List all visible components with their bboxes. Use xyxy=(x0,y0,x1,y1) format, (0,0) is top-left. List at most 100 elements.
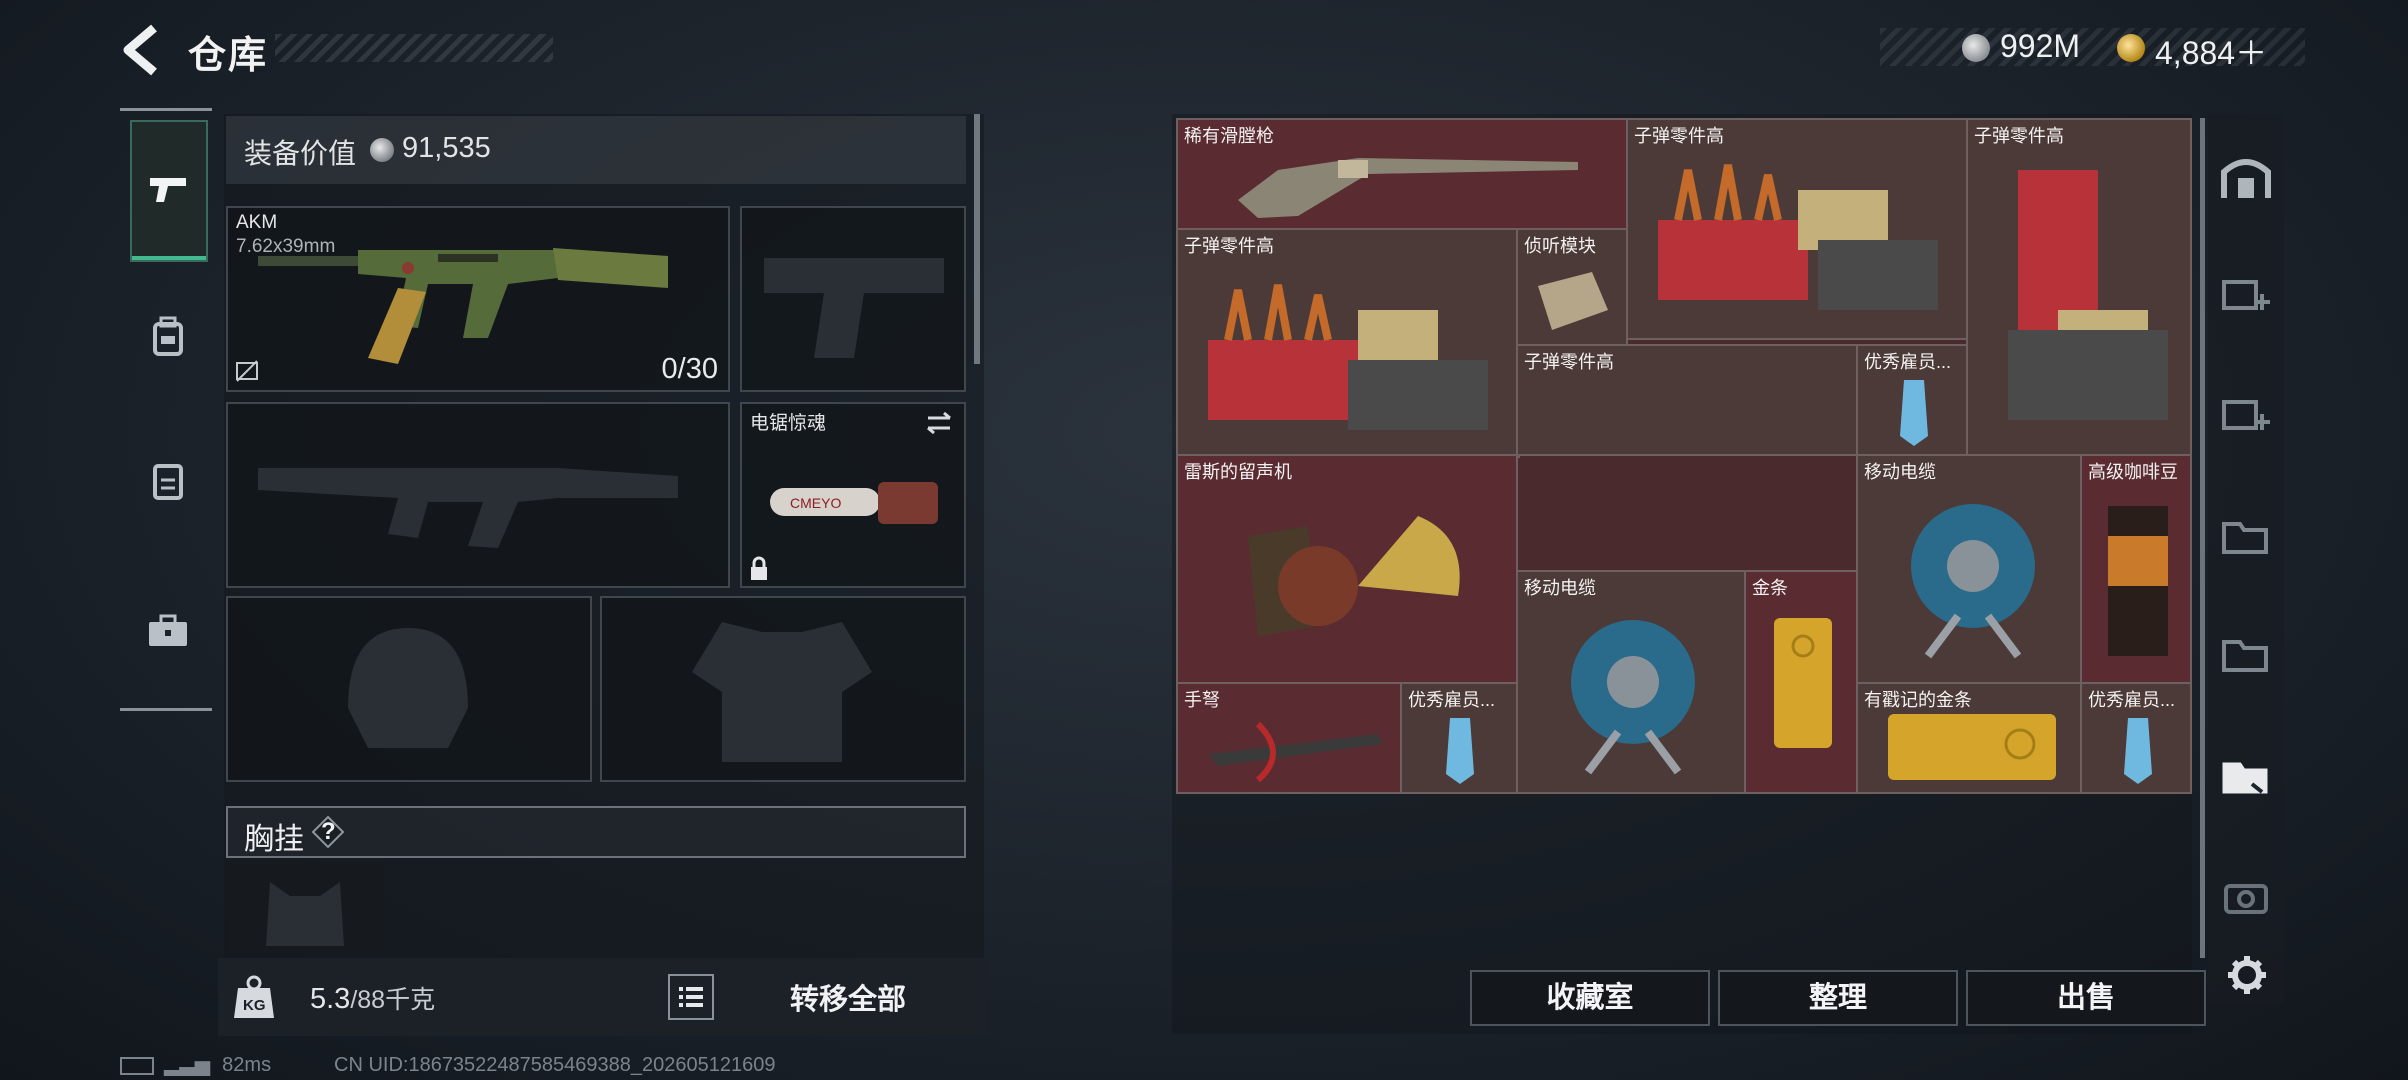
item-label: 手弩 xyxy=(1184,690,1220,710)
equipment-scrollbar[interactable] xyxy=(974,114,980,364)
silver-amount: 992M xyxy=(2000,28,2081,64)
gold-bar-image xyxy=(1774,618,1832,748)
ammo-crate-image xyxy=(2008,170,2168,420)
equipment-value: 91,535 xyxy=(402,132,491,164)
stash-item-employee-badge[interactable]: 优秀雇员... xyxy=(2080,682,2192,794)
item-label: 金条 xyxy=(1752,578,1788,598)
stash-item-stamped-gold-bar[interactable]: 有戳记的金条 xyxy=(1856,682,2082,794)
swap-icon[interactable] xyxy=(924,410,954,436)
stash-tab-4b-add-icon[interactable] xyxy=(2218,388,2274,442)
equipment-value-label: 装备价值 xyxy=(244,138,357,169)
item-label: 子弹零件高 xyxy=(1184,236,1274,256)
item-label: 雷斯的留声机 xyxy=(1184,462,1292,482)
spacer xyxy=(1516,454,1520,458)
silver-coin-icon xyxy=(370,138,394,162)
stash-item-bullet-parts[interactable]: 子弹零件高 xyxy=(1626,118,1968,340)
nav-toolbox-icon[interactable] xyxy=(145,608,191,654)
stash-tab-folder-icon[interactable] xyxy=(2218,508,2274,562)
svg-text:CMEYO: CMEYO xyxy=(790,495,841,511)
sell-button[interactable]: 出售 xyxy=(1966,970,2206,1026)
stash-item-listening-module[interactable]: 侦听模块 xyxy=(1516,228,1628,346)
crystal-image xyxy=(1900,380,1928,446)
item-label: 优秀雇员... xyxy=(1408,690,1496,710)
gramophone-image xyxy=(1248,516,1460,636)
svg-text:KG: KG xyxy=(243,997,266,1014)
sidearm-slot[interactable] xyxy=(740,206,966,392)
collection-room-button[interactable]: 收藏室 xyxy=(1470,970,1710,1026)
ping-value: 82ms xyxy=(222,1054,272,1076)
stash-item-bullet-parts[interactable]: 子弹零件高 xyxy=(1966,118,2192,456)
chainsaw-image: CMEYO xyxy=(770,482,938,524)
help-icon[interactable]: ? xyxy=(311,815,345,849)
stash-item-employee-badge[interactable]: 优秀雇员... xyxy=(1856,344,1968,456)
musket-image xyxy=(1238,158,1578,218)
gold-amount[interactable]: 4,884＋ xyxy=(2155,28,2267,74)
list-view-button[interactable] xyxy=(668,974,714,1020)
weight-current: 5.3 xyxy=(310,983,351,1015)
cable-reel-image xyxy=(1571,620,1695,775)
akm-rifle-image xyxy=(258,248,668,364)
stash-item-coffee-beans[interactable]: 高级咖啡豆 xyxy=(2080,454,2192,684)
chest-rig-silhouette-icon xyxy=(266,882,344,946)
stash-item-cable-reel[interactable]: 移动电缆 xyxy=(1856,454,2082,684)
nav-divider-top xyxy=(120,108,212,111)
rifle-silhouette-icon xyxy=(258,468,678,548)
ammo-crate-image xyxy=(1208,284,1488,430)
stash-item-hand-crossbow[interactable]: 手弩 xyxy=(1176,682,1402,794)
weight-max: /88千克 xyxy=(350,986,436,1014)
no-mod-icon xyxy=(236,360,258,382)
back-arrow-icon[interactable] xyxy=(118,22,168,78)
nav-tab-weapons[interactable] xyxy=(130,120,208,262)
stash-tab-camera-icon[interactable] xyxy=(2218,868,2274,922)
stash-item-gold-bar[interactable]: 金条 xyxy=(1744,570,1858,794)
user-uid: CN UID:18673522487585469388_202605121609 xyxy=(334,1054,776,1076)
coffee-bag-image xyxy=(2108,506,2168,656)
sort-button[interactable]: 整理 xyxy=(1718,970,1958,1026)
stash-tab-folder-2-icon[interactable] xyxy=(2218,626,2274,680)
item-label: 子弹零件高 xyxy=(1524,352,1614,372)
status-ping: ▂▃▅ 82ms xyxy=(120,1052,271,1077)
pistol-silhouette-icon xyxy=(764,258,944,358)
ammo-crate-image xyxy=(1658,164,1938,310)
pistol-icon xyxy=(150,178,186,202)
item-label: 高级咖啡豆 xyxy=(2088,462,2178,482)
chest-rig-slot[interactable] xyxy=(226,862,384,952)
stash-item-bullet-parts[interactable]: 子弹零件高 xyxy=(1176,228,1518,456)
vest-silhouette-icon xyxy=(692,622,872,762)
stash-item-musket[interactable]: 稀有滑膛枪 xyxy=(1176,118,1628,230)
lock-icon xyxy=(751,556,767,580)
melee-slot[interactable]: 电锯惊魂 CMEYO xyxy=(740,402,966,588)
secondary-weapon-slot[interactable] xyxy=(226,402,730,588)
armor-slot[interactable] xyxy=(600,596,966,782)
carry-weight: 5.3/88千克 xyxy=(310,980,435,1016)
transfer-all-button[interactable]: 转移全部 xyxy=(760,976,936,1018)
list-icon xyxy=(679,987,703,1007)
stash-scrollbar[interactable] xyxy=(2200,118,2205,958)
nav-backpack-icon[interactable] xyxy=(145,314,191,360)
item-label: 移动电缆 xyxy=(1864,462,1936,482)
stash-tab-active-icon[interactable] xyxy=(2218,748,2274,802)
cable-reel-image xyxy=(1911,504,2035,659)
item-label: 子弹零件高 xyxy=(1634,126,1724,146)
stash-item-employee-badge[interactable]: 优秀雇员... xyxy=(1400,682,1518,794)
stash-item-cable-reel[interactable]: 移动电缆 xyxy=(1516,570,1746,794)
safe-box-icon[interactable] xyxy=(2218,150,2274,204)
item-label: 侦听模块 xyxy=(1524,236,1596,256)
item-label: 移动电缆 xyxy=(1524,578,1596,598)
helmet-silhouette-icon xyxy=(348,628,468,748)
item-label: 优秀雇员... xyxy=(2088,690,2176,710)
crystal-image xyxy=(1446,718,1474,784)
weight-kg-icon: KG xyxy=(234,975,274,1018)
title-stripe xyxy=(275,34,553,62)
stash-item-gramophone[interactable]: 雷斯的留声机 xyxy=(1176,454,1518,684)
help-glyph: ? xyxy=(321,818,336,845)
melee-name: 电锯惊魂 xyxy=(750,413,827,434)
silver-coin-icon xyxy=(1962,34,1990,62)
nav-divider-bottom xyxy=(120,708,212,711)
settings-gear-icon[interactable] xyxy=(2226,954,2268,996)
stash-item-bullet-parts[interactable]: 子弹零件高 xyxy=(1516,344,1858,456)
primary-weapon-slot[interactable]: AKM 7.62x39mm 0/30 xyxy=(226,206,730,392)
stash-tab-4-add-icon[interactable] xyxy=(2218,268,2274,322)
nav-vest-icon[interactable] xyxy=(145,458,191,504)
helmet-slot[interactable] xyxy=(226,596,592,782)
